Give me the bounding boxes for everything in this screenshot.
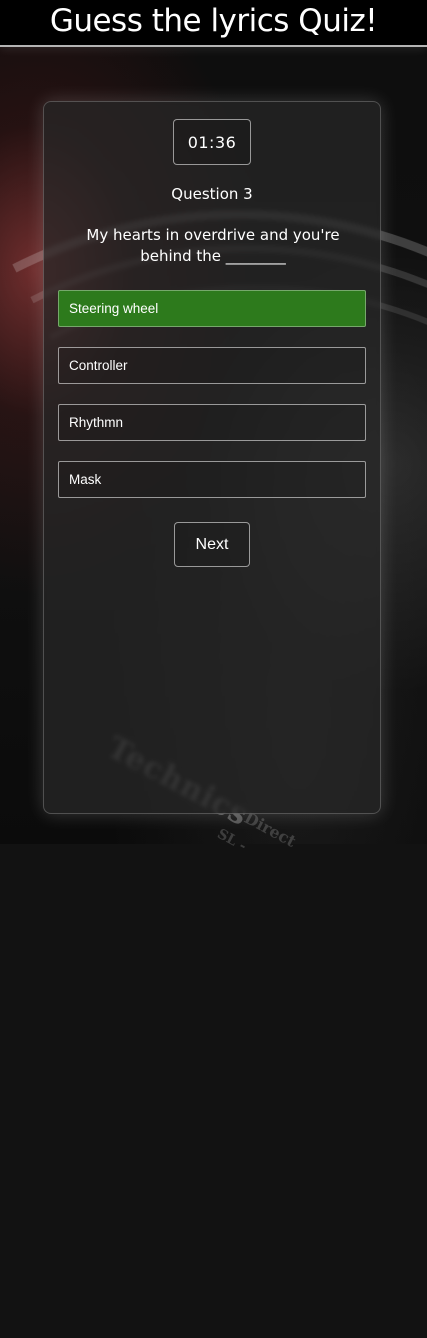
answer-list: Steering wheel Controller Rhythmn Mask bbox=[58, 290, 366, 518]
answer-option-controller[interactable]: Controller bbox=[58, 347, 366, 384]
countdown-timer: 01:36 bbox=[173, 119, 251, 165]
question-text: My hearts in overdrive and you're behind… bbox=[86, 226, 340, 265]
next-button[interactable]: Next bbox=[174, 522, 250, 567]
answer-option-mask[interactable]: Mask bbox=[58, 461, 366, 498]
quiz-card: 01:36 Question 3 My hearts in overdrive … bbox=[43, 101, 381, 814]
page-title: Guess the lyrics Quiz! bbox=[49, 3, 378, 39]
question-number: Question 3 bbox=[171, 185, 253, 203]
answer-option-rhythmn[interactable]: Rhythmn bbox=[58, 404, 366, 441]
top-header: Guess the lyrics Quiz! bbox=[0, 0, 427, 47]
answer-option-steering-wheel[interactable]: Steering wheel bbox=[58, 290, 366, 327]
